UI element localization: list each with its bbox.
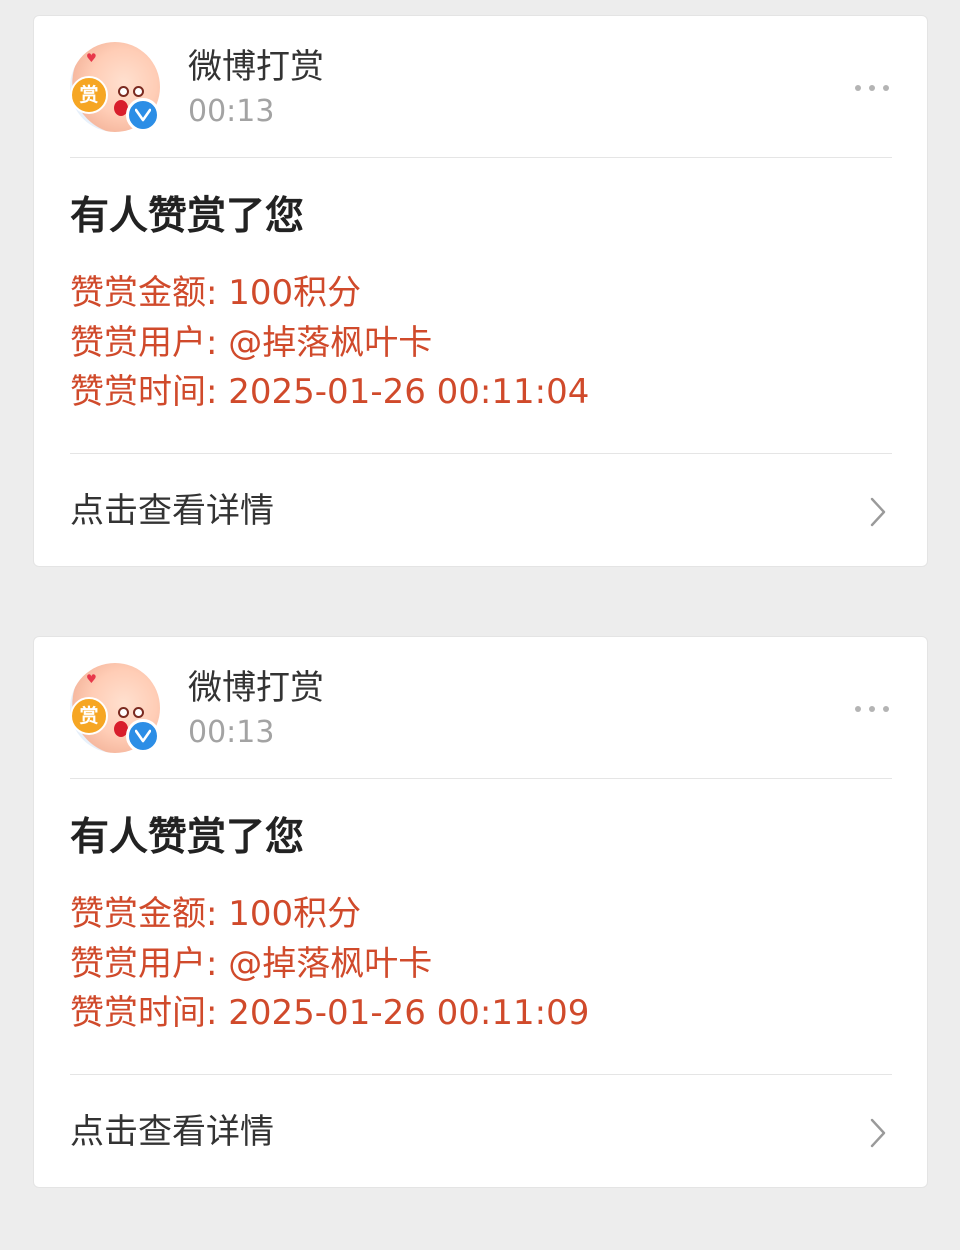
card-header: ♥ 赏 微博打赏 00:13 xyxy=(34,637,927,779)
view-details-label: 点击查看详情 xyxy=(70,1112,274,1152)
reward-amount-value: 100积分 xyxy=(228,273,362,313)
sender-avatar[interactable]: ♥ 赏 xyxy=(70,42,160,132)
reward-user-value[interactable]: @掉落枫叶卡 xyxy=(228,323,432,363)
reward-user-line: 赞赏用户: @掉落枫叶卡 xyxy=(70,943,432,985)
reward-time-value: 2025-01-26 00:11:09 xyxy=(228,993,590,1033)
reward-notification-card: ♥ 赏 微博打赏 00:13 有人赞赏了您 赞赏金额: 100积分 赞赏用户: … xyxy=(33,15,928,567)
view-details-label: 点击查看详情 xyxy=(70,491,274,531)
verified-check-icon xyxy=(126,719,160,753)
divider xyxy=(70,778,892,779)
heart-icon: ♥ xyxy=(86,51,97,65)
view-details-link[interactable]: 点击查看详情 xyxy=(34,454,927,567)
chevron-right-icon xyxy=(870,1118,886,1148)
more-horizontal-icon xyxy=(855,85,861,91)
sender-avatar[interactable]: ♥ 赏 xyxy=(70,663,160,753)
message-time: 00:13 xyxy=(188,715,275,750)
reward-amount-value: 100积分 xyxy=(228,894,362,934)
reward-amount-label: 赞赏金额: xyxy=(70,273,229,313)
notice-title: 有人赞赏了您 xyxy=(70,815,305,860)
reward-time-value: 2025-01-26 00:11:04 xyxy=(228,372,590,412)
card-header: ♥ 赏 微博打赏 00:13 xyxy=(34,16,927,158)
reward-amount-line: 赞赏金额: 100积分 xyxy=(70,272,361,314)
reward-user-line: 赞赏用户: @掉落枫叶卡 xyxy=(70,322,432,364)
more-options-button[interactable] xyxy=(853,78,893,98)
reward-badge: 赏 xyxy=(70,76,108,114)
reward-time-line: 赞赏时间: 2025-01-26 00:11:04 xyxy=(70,371,589,413)
reward-time-label: 赞赏时间: xyxy=(70,372,229,412)
sender-name[interactable]: 微博打赏 xyxy=(188,667,324,709)
chevron-right-icon xyxy=(870,497,886,527)
more-horizontal-icon xyxy=(855,706,861,712)
reward-time-line: 赞赏时间: 2025-01-26 00:11:09 xyxy=(70,992,589,1034)
reward-amount-line: 赞赏金额: 100积分 xyxy=(70,893,361,935)
reward-badge: 赏 xyxy=(70,697,108,735)
reward-amount-label: 赞赏金额: xyxy=(70,894,229,934)
reward-notification-card: ♥ 赏 微博打赏 00:13 有人赞赏了您 赞赏金额: 100积分 赞赏用户: … xyxy=(33,636,928,1188)
message-time: 00:13 xyxy=(188,94,275,129)
notification-feed: ♥ 赏 微博打赏 00:13 有人赞赏了您 赞赏金额: 100积分 赞赏用户: … xyxy=(0,0,960,1250)
reward-user-label: 赞赏用户: xyxy=(70,944,229,984)
view-details-link[interactable]: 点击查看详情 xyxy=(34,1075,927,1188)
reward-user-label: 赞赏用户: xyxy=(70,323,229,363)
sender-name[interactable]: 微博打赏 xyxy=(188,46,324,88)
verified-check-icon xyxy=(126,98,160,132)
reward-time-label: 赞赏时间: xyxy=(70,993,229,1033)
notice-title: 有人赞赏了您 xyxy=(70,194,305,239)
heart-icon: ♥ xyxy=(86,672,97,686)
more-options-button[interactable] xyxy=(853,699,893,719)
divider xyxy=(70,157,892,158)
reward-user-value[interactable]: @掉落枫叶卡 xyxy=(228,944,432,984)
